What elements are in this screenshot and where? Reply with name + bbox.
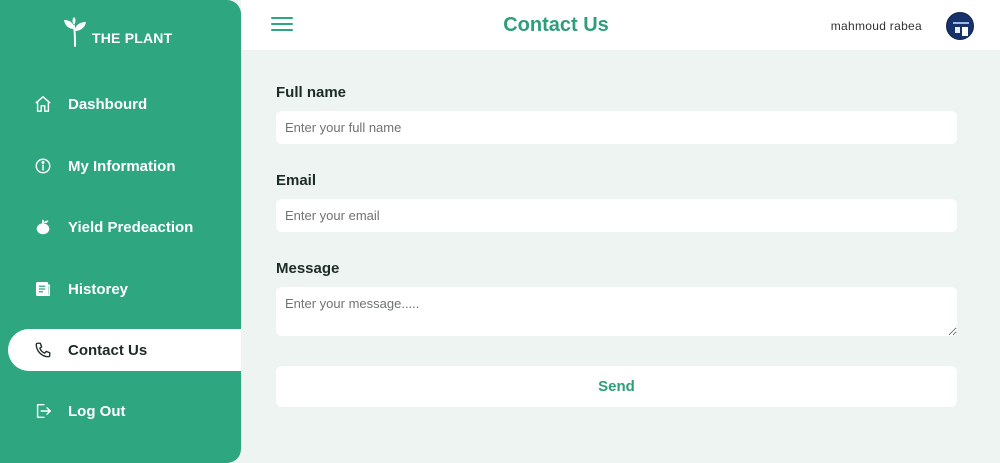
info-icon: [33, 156, 53, 176]
sidebar-item-label: Yield Predeaction: [68, 218, 194, 236]
sidebar-item-label: Contact Us: [68, 341, 148, 359]
email-input[interactable]: [276, 199, 957, 232]
sidebar-item-dashboard[interactable]: Dashbourd: [8, 83, 241, 125]
app-logo[interactable]: THE PLANT: [60, 16, 172, 48]
yield-icon: [33, 217, 53, 237]
sidebar-item-contact-us[interactable]: Contact Us: [8, 329, 241, 371]
email-label: Email: [276, 172, 317, 189]
message-textarea[interactable]: [276, 287, 957, 336]
phone-icon: [33, 340, 53, 360]
full-name-input[interactable]: [276, 111, 957, 144]
page-title: Contact Us: [503, 14, 609, 36]
sidebar-item-yield-prediction[interactable]: Yield Predeaction: [8, 206, 241, 248]
home-icon: [33, 94, 53, 114]
sidebar-item-label: Log Out: [68, 402, 126, 420]
leaf-logo-icon: [64, 17, 86, 47]
user-name: mahmoud rabea: [830, 19, 922, 33]
logo-text: THE PLANT: [92, 30, 173, 46]
sidebar: THE PLANT Dashbourd My Information Yield…: [0, 0, 241, 463]
sidebar-item-label: Historey: [68, 280, 129, 298]
logout-icon: [33, 401, 53, 421]
message-label: Message: [276, 260, 340, 277]
history-icon: [33, 279, 53, 299]
sidebar-item-label: Dashbourd: [68, 95, 148, 113]
sidebar-item-log-out[interactable]: Log Out: [8, 390, 241, 432]
sidebar-item-my-information[interactable]: My Information: [8, 145, 241, 187]
top-header: Contact Us mahmoud rabea: [241, 0, 1000, 50]
send-button[interactable]: Send: [276, 366, 957, 407]
avatar[interactable]: [946, 12, 974, 40]
sidebar-item-history[interactable]: Historey: [8, 268, 241, 310]
sidebar-item-label: My Information: [68, 157, 176, 175]
full-name-label: Full name: [276, 84, 347, 101]
